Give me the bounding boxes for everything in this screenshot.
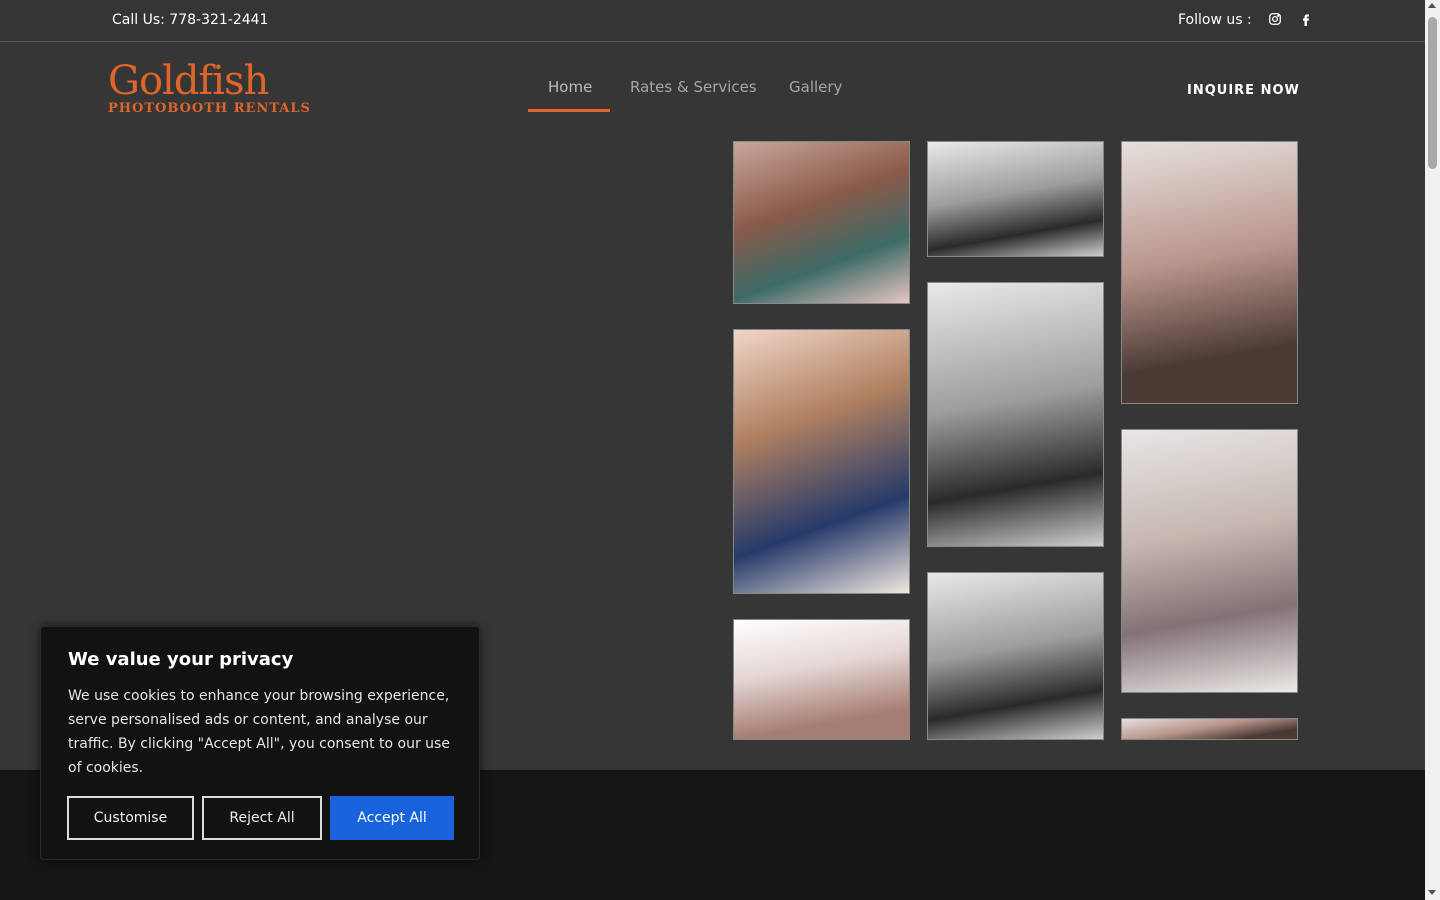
gallery-photo[interactable] bbox=[733, 141, 910, 304]
scrollbar-thumb[interactable] bbox=[1428, 17, 1437, 169]
logo-tagline: PHOTOBOOTH RENTALS bbox=[108, 101, 311, 116]
phone-number[interactable]: Call Us: 778-321-2441 bbox=[112, 12, 268, 28]
nav-item-home[interactable]: Home bbox=[548, 78, 592, 112]
cookie-title: We value your privacy bbox=[68, 649, 294, 670]
facebook-icon[interactable] bbox=[1299, 12, 1313, 26]
customise-button[interactable]: Customise bbox=[67, 796, 194, 840]
cookie-consent-dialog: We value your privacy We use cookies to … bbox=[40, 626, 480, 860]
gallery-photo[interactable] bbox=[927, 141, 1104, 257]
nav-item-rates-services[interactable]: Rates & Services bbox=[630, 78, 757, 112]
gallery-photo[interactable] bbox=[733, 619, 910, 740]
site-logo[interactable]: Goldfish PHOTOBOOTH RENTALS bbox=[108, 58, 310, 120]
gallery-photo[interactable] bbox=[927, 282, 1104, 547]
nav-active-indicator bbox=[528, 109, 610, 112]
page-scrollbar[interactable] bbox=[1425, 0, 1440, 900]
top-bar: Call Us: 778-321-2441 Follow us : bbox=[0, 0, 1425, 42]
gallery-photo[interactable] bbox=[927, 572, 1104, 740]
cookie-description: We use cookies to enhance your browsing … bbox=[68, 688, 450, 776]
nav-item-gallery[interactable]: Gallery bbox=[789, 78, 842, 112]
gallery-photo[interactable] bbox=[1121, 141, 1298, 404]
follow-us-label: Follow us : bbox=[1178, 12, 1252, 28]
scroll-up-icon[interactable] bbox=[1428, 3, 1436, 8]
gallery-photo[interactable] bbox=[1121, 429, 1298, 693]
accept-all-button[interactable]: Accept All bbox=[330, 796, 454, 840]
gallery-photo[interactable] bbox=[733, 329, 910, 594]
inquire-now-button[interactable]: INQUIRE NOW bbox=[1187, 83, 1300, 98]
gallery-photo[interactable] bbox=[1121, 718, 1298, 740]
instagram-icon[interactable] bbox=[1268, 12, 1282, 26]
reject-all-button[interactable]: Reject All bbox=[202, 796, 322, 840]
scroll-down-icon[interactable] bbox=[1428, 890, 1436, 895]
logo-wordmark: Goldfish bbox=[108, 58, 269, 104]
